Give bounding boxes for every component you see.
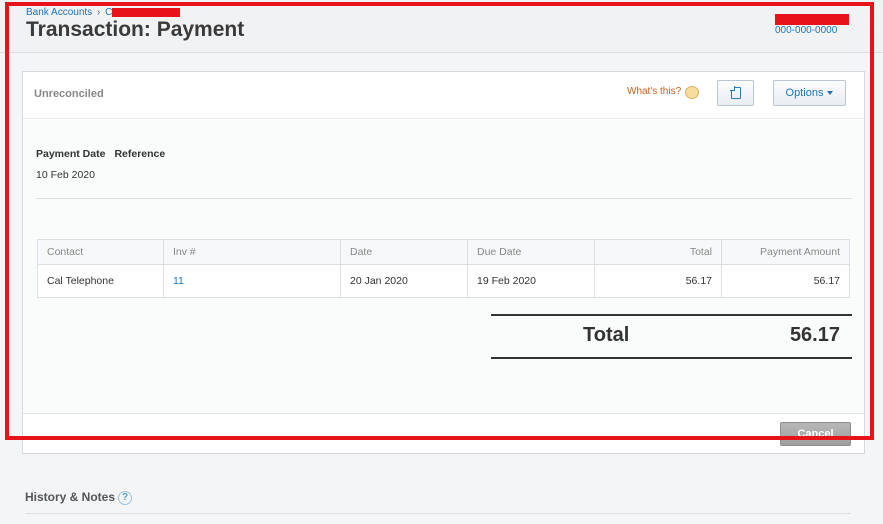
cell-date: 20 Jan 2020 [340, 264, 468, 298]
cell-contact: Cal Telephone [37, 264, 164, 298]
copy-icon [731, 87, 741, 99]
options-label: Options [785, 87, 824, 99]
column-header-due-date: Due Date [467, 239, 595, 265]
history-notes-heading[interactable]: History & Notes? [25, 490, 133, 505]
field-labels: Payment Date Reference [36, 148, 165, 160]
cell-invoice-link[interactable]: 11 [163, 264, 341, 298]
copy-button[interactable] [717, 80, 754, 106]
cell-due-date: 19 Feb 2020 [467, 264, 595, 298]
section-divider [36, 198, 852, 199]
total-summary: Total 56.17 [491, 314, 852, 359]
account-number[interactable]: 000-000-0000 [775, 25, 837, 36]
breadcrumb-account[interactable]: C [105, 7, 112, 18]
column-header-total: Total [594, 239, 722, 265]
breadcrumb: Bank Accounts › C [26, 7, 181, 18]
whats-this-link[interactable]: What's this? [627, 86, 681, 97]
page-title: Transaction: Payment [26, 18, 245, 41]
redaction-bar [112, 7, 181, 17]
options-button[interactable]: Options [773, 80, 846, 106]
transaction-panel: Unreconciled What's this? Options Paymen… [22, 71, 865, 454]
table-row: Cal Telephone 11 20 Jan 2020 19 Feb 2020… [37, 264, 850, 298]
payment-items-table: Contact Inv # Date Due Date Total Paymen… [37, 239, 850, 298]
page-header: Bank Accounts › C Transaction: Payment 0… [0, 0, 883, 53]
cell-payment-amount: 56.17 [721, 264, 850, 298]
total-label: Total [583, 324, 630, 346]
table-header-row: Contact Inv # Date Due Date Total Paymen… [37, 239, 850, 265]
cancel-button[interactable]: Cancel [780, 422, 851, 446]
payment-date-value: 10 Feb 2020 [36, 169, 95, 181]
transaction-body: Payment Date Reference 10 Feb 2020 Contac… [23, 120, 864, 412]
account-name-redacted[interactable] [775, 14, 849, 25]
panel-toolbar: Unreconciled What's this? Options [23, 72, 864, 119]
chevron-down-icon [827, 91, 834, 96]
history-divider [25, 513, 851, 514]
column-header-contact: Contact [37, 239, 164, 265]
cell-total: 56.17 [594, 264, 722, 298]
total-value: 56.17 [789, 324, 840, 346]
speech-bubble-icon[interactable] [685, 86, 699, 99]
breadcrumb-bank-accounts[interactable]: Bank Accounts [26, 7, 92, 18]
column-header-payment-amount: Payment Amount [721, 239, 850, 265]
reference-label: Reference [114, 148, 166, 160]
payment-date-label: Payment Date [36, 148, 106, 160]
history-notes-label: History & Notes [25, 490, 116, 504]
status-label: Unreconciled [34, 88, 104, 100]
panel-footer: Cancel [23, 413, 864, 453]
column-header-date: Date [340, 239, 468, 265]
column-header-invoice: Inv # [163, 239, 341, 265]
breadcrumb-separator: › [96, 7, 101, 18]
help-icon[interactable]: ? [118, 490, 133, 505]
